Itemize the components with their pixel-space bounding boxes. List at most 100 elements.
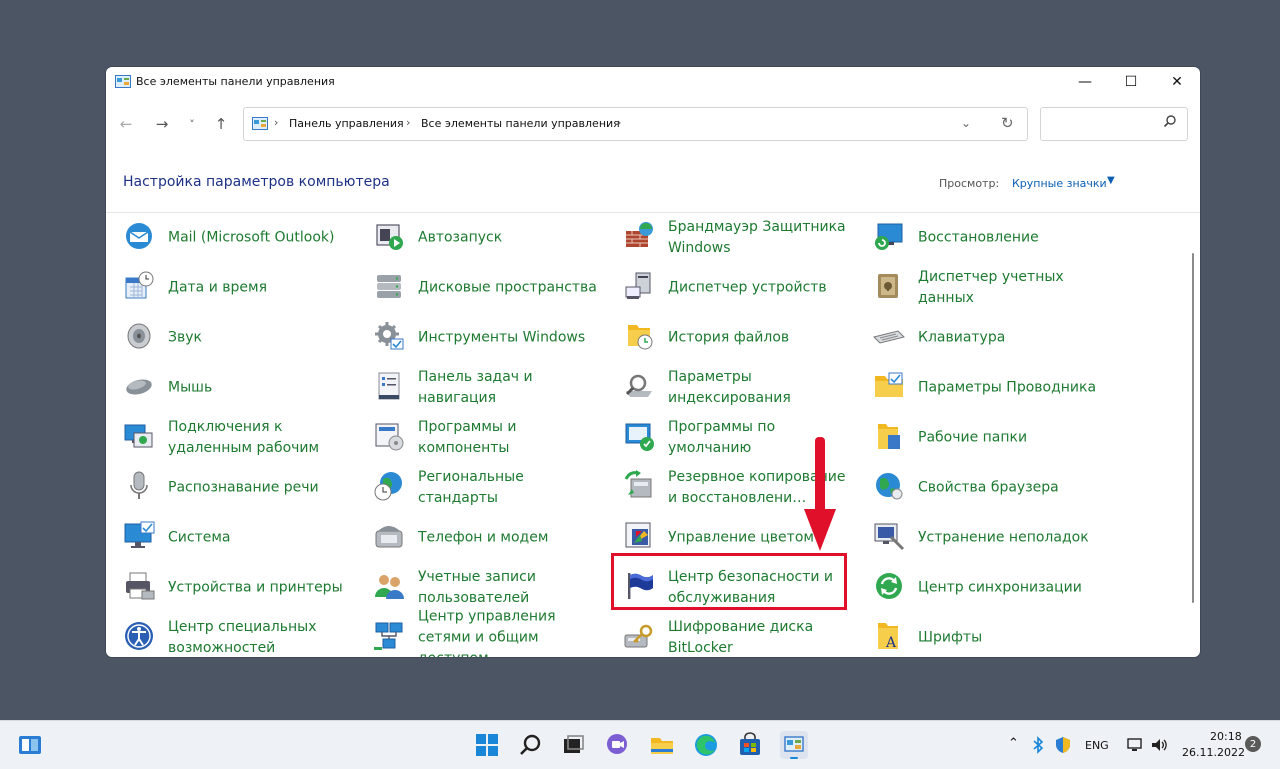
forward-button[interactable]: →: [152, 115, 172, 133]
navigation-bar: ← → ˅ ↑ › Панель управления › Все элемен…: [106, 106, 1200, 142]
folder-options-icon: [872, 369, 906, 403]
view-mode-dropdown[interactable]: Крупные значки: [1012, 177, 1107, 190]
control-panel-item[interactable]: Центр специальных возможностей: [106, 613, 351, 657]
control-panel-item[interactable]: Устройства и принтеры: [106, 563, 351, 613]
control-panel-item-label: Звук: [168, 329, 202, 346]
control-panel-item[interactable]: Устранение неполадок: [856, 513, 1101, 563]
control-panel-item-label: Система: [168, 529, 231, 546]
storage-spaces-icon: [372, 269, 406, 303]
minimize-button[interactable]: —: [1062, 67, 1108, 97]
control-panel-item-label: Диспетчер устройств: [668, 279, 827, 296]
control-panel-item-label: Распознавание речи: [168, 479, 319, 496]
breadcrumb-control-panel[interactable]: Панель управления: [289, 117, 404, 130]
control-panel-item-label: История файлов: [668, 329, 790, 346]
color-management-icon: [622, 519, 656, 553]
network-monitor-icon[interactable]: [1126, 736, 1144, 754]
control-panel-item[interactable]: История файлов: [606, 313, 851, 363]
control-panel-item[interactable]: Распознавание речи: [106, 463, 351, 513]
control-panel-item[interactable]: Телефон и модем: [356, 513, 601, 563]
control-panel-item-label: Параметры Проводника: [918, 379, 1097, 396]
control-panel-item[interactable]: Рабочие папки: [856, 413, 1101, 463]
control-panel-item[interactable]: Центр синхронизации: [856, 563, 1101, 613]
control-panel-item[interactable]: Шифрование диска BitLocker: [606, 613, 851, 657]
input-language-indicator[interactable]: ENG: [1085, 739, 1109, 752]
control-panel-item-label: Мышь: [168, 379, 213, 396]
control-panel-item-label: Автозапуск: [418, 229, 503, 246]
red-arrow-icon: [804, 437, 836, 551]
control-panel-item-label: Подключения к удаленным рабочим: [168, 419, 320, 456]
indexing-icon: [622, 369, 656, 403]
volume-icon[interactable]: [1150, 736, 1168, 754]
clock-date[interactable]: 26.11.2022: [1182, 746, 1245, 759]
control-panel-item-label: Телефон и модем: [418, 529, 549, 546]
control-panel-item[interactable]: Параметры Проводника: [856, 363, 1101, 413]
refresh-icon[interactable]: ↻: [1001, 114, 1014, 132]
control-panel-item[interactable]: Дисковые пространства: [356, 263, 601, 313]
control-panel-item-label: Панель задач и навигация: [418, 369, 533, 406]
control-panel-item-label: Параметры индексирования: [668, 369, 791, 406]
control-panel-item[interactable]: Региональные стандарты: [356, 463, 601, 513]
svg-text:A: A: [885, 635, 897, 651]
control-panel-item[interactable]: Программы и компоненты: [356, 413, 601, 463]
notification-badge[interactable]: 2: [1245, 736, 1261, 752]
task-view-icon[interactable]: [559, 731, 587, 759]
windows-start-icon[interactable]: [473, 731, 501, 759]
search-icon[interactable]: [517, 731, 545, 759]
title-bar[interactable]: Все элементы панели управления — ☐ ✕: [106, 67, 1200, 99]
control-panel-item[interactable]: Параметры индексирования: [606, 363, 851, 413]
microsoft-store-icon[interactable]: [736, 731, 764, 759]
control-panel-item[interactable]: Мышь: [106, 363, 351, 413]
bluetooth-icon[interactable]: [1032, 736, 1044, 754]
edge-browser-icon[interactable]: [692, 731, 720, 759]
clock-time[interactable]: 20:18: [1210, 730, 1242, 743]
control-panel-item[interactable]: Восстановление: [856, 213, 1101, 263]
show-hidden-icons-chevron-icon[interactable]: ⌃: [1008, 736, 1019, 751]
control-panel-item[interactable]: Звук: [106, 313, 351, 363]
control-panel-taskbar-icon[interactable]: [780, 731, 808, 759]
chat-icon[interactable]: [603, 731, 631, 759]
mail-icon: [122, 219, 156, 253]
control-panel-item[interactable]: Автозапуск: [356, 213, 601, 263]
control-panel-item-label: Брандмауэр Защитника Windows: [668, 219, 846, 256]
programs-icon: [372, 419, 406, 453]
control-panel-item[interactable]: Дата и время: [106, 263, 351, 313]
control-panel-item[interactable]: Диспетчер учетных данных: [856, 263, 1101, 313]
control-panel-item-label: Устранение неполадок: [918, 529, 1089, 546]
control-panel-item[interactable]: Учетные записи пользователей: [356, 563, 601, 613]
firewall-icon: [622, 219, 656, 253]
breadcrumb-all-items[interactable]: Все элементы панели управления: [421, 117, 620, 130]
control-panel-item[interactable]: Система: [106, 513, 351, 563]
search-box[interactable]: [1040, 107, 1188, 141]
control-panel-item[interactable]: Инструменты Windows: [356, 313, 601, 363]
sync-icon: [872, 569, 906, 603]
control-panel-item-label: Диспетчер учетных данных: [918, 269, 1064, 306]
control-panel-item-label: Шифрование диска BitLocker: [668, 619, 814, 656]
bitlocker-icon: [622, 619, 656, 653]
control-panel-item[interactable]: Клавиатура: [856, 313, 1101, 363]
breadcrumb-separator: ›: [274, 116, 279, 129]
security-shield-icon[interactable]: [1054, 736, 1072, 754]
file-explorer-icon[interactable]: [648, 731, 676, 759]
address-bar[interactable]: › Панель управления › Все элементы панел…: [243, 107, 1028, 141]
recent-locations-button[interactable]: ˅: [182, 115, 202, 133]
widgets-icon[interactable]: [16, 731, 44, 759]
scrollbar-thumb[interactable]: [1192, 253, 1194, 603]
vertical-scrollbar[interactable]: [1188, 213, 1200, 657]
control-panel-item[interactable]: A Шрифты: [856, 613, 1101, 657]
view-dropdown-caret-icon[interactable]: ▼: [1107, 175, 1115, 186]
control-panel-item[interactable]: Свойства браузера: [856, 463, 1101, 513]
back-button[interactable]: ←: [116, 115, 136, 133]
control-panel-item[interactable]: Диспетчер устройств: [606, 263, 851, 313]
control-panel-item[interactable]: Подключения к удаленным рабочим: [106, 413, 351, 463]
maximize-button[interactable]: ☐: [1108, 67, 1154, 97]
control-panel-item-label: Инструменты Windows: [418, 329, 586, 346]
up-button[interactable]: ↑: [211, 115, 231, 133]
control-panel-item[interactable]: Панель задач и навигация: [356, 363, 601, 413]
close-button[interactable]: ✕: [1154, 67, 1200, 97]
address-history-chevron-icon[interactable]: ⌄: [961, 116, 971, 130]
control-panel-item[interactable]: Центр управления сетями и общим доступом: [356, 609, 601, 657]
control-panel-item-label: Дата и время: [168, 279, 267, 296]
control-panel-item[interactable]: Mail (Microsoft Outlook): [106, 213, 351, 263]
control-panel-item[interactable]: Брандмауэр Защитника Windows: [606, 213, 851, 263]
control-panel-item-label: Центр управления сетями и общим доступом: [418, 608, 556, 658]
